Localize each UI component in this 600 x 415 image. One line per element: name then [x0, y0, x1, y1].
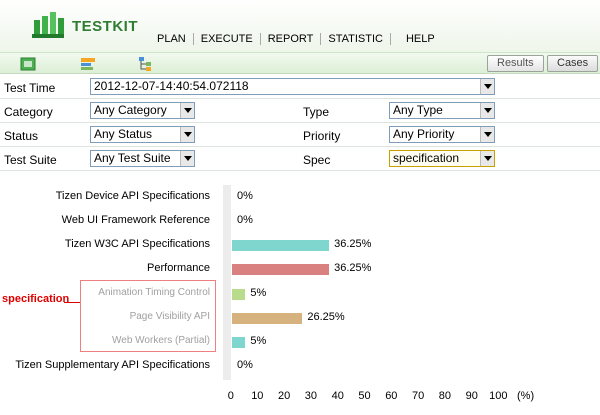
- bar-value-label: 0%: [237, 214, 253, 226]
- category-label: Web UI Framework Reference: [61, 214, 210, 226]
- status-priority-row: Status Any Status Priority Any Priority: [0, 123, 600, 147]
- app-header: TESTKIT PLAN EXECUTE REPORT STATISTIC HE…: [0, 0, 600, 52]
- cases-button[interactable]: Cases: [547, 55, 599, 72]
- suite-spec-row: Test Suite Any Test Suite Spec specifica…: [0, 147, 600, 171]
- test-time-value: 2012-12-07-14:40:54.072118: [94, 79, 249, 93]
- nav-execute[interactable]: EXECUTE: [194, 33, 261, 45]
- test-time-label: Test Time: [4, 81, 56, 95]
- bar-value-label: 36.25%: [334, 262, 372, 274]
- x-tick-label: 30: [304, 390, 318, 402]
- priority-value: Any Priority: [393, 127, 455, 141]
- category-label: Category: [4, 105, 53, 119]
- x-axis-unit: (%): [517, 390, 535, 402]
- bar-value-label: 0%: [237, 190, 253, 202]
- divider: [0, 170, 600, 171]
- category-label: Tizen Device API Specifications: [55, 190, 210, 202]
- x-tick-label: 0: [227, 390, 234, 402]
- type-value: Any Type: [393, 103, 443, 117]
- priority-select[interactable]: Any Priority: [389, 126, 495, 143]
- x-tick-label: 20: [278, 390, 291, 402]
- x-tick-label: 80: [438, 390, 452, 402]
- chevron-down-icon: [480, 127, 494, 142]
- status-value: Any Status: [94, 127, 153, 141]
- nav-statistic[interactable]: STATISTIC: [321, 33, 391, 45]
- app-title: TESTKIT: [72, 18, 138, 35]
- nav-plan[interactable]: PLAN: [150, 33, 194, 45]
- bars-icon[interactable]: [80, 56, 96, 72]
- type-select[interactable]: Any Type: [389, 102, 495, 119]
- nav-report[interactable]: REPORT: [261, 33, 322, 45]
- spec-label: Spec: [303, 153, 331, 167]
- category-label: Tizen Supplementary API Specifications: [15, 359, 210, 371]
- bar-value-label: 36.25%: [334, 238, 372, 250]
- chevron-down-icon: [480, 151, 494, 166]
- test-time-select[interactable]: 2012-12-07-14:40:54.072118: [90, 78, 495, 95]
- bar: [232, 240, 330, 251]
- chevron-down-icon: [480, 103, 494, 118]
- green-cube-icon[interactable]: [20, 56, 36, 72]
- spec-select[interactable]: specification: [389, 150, 495, 167]
- priority-label: Priority: [303, 129, 341, 143]
- nav-help[interactable]: HELP: [399, 33, 442, 45]
- status-label: Status: [4, 129, 39, 143]
- bar: [232, 313, 303, 324]
- tree-icon[interactable]: [137, 56, 153, 72]
- bar-value-label: 5%: [250, 287, 267, 299]
- testkit-logo-icon: [32, 12, 64, 38]
- x-tick-label: 10: [251, 390, 264, 402]
- bar-value-label: 5%: [250, 335, 267, 347]
- x-tick-label: 60: [385, 390, 398, 402]
- bar: [232, 264, 330, 275]
- test-suite-value: Any Test Suite: [94, 151, 171, 165]
- x-tick-label: 90: [465, 390, 478, 402]
- category-label: Tizen W3C API Specifications: [64, 238, 210, 250]
- chevron-down-icon: [180, 103, 194, 118]
- test-time-row: Test Time 2012-12-07-14:40:54.072118: [0, 75, 600, 99]
- spec-value: specification: [393, 151, 460, 165]
- bar-value-label: 0%: [237, 359, 253, 371]
- chart-axis-background: [223, 185, 231, 380]
- x-tick-label: 100: [489, 390, 508, 402]
- x-tick-label: 40: [331, 390, 344, 402]
- chevron-down-icon: [180, 127, 194, 142]
- category-type-row: Category Any Category Type Any Type: [0, 99, 600, 123]
- main-nav: PLAN EXECUTE REPORT STATISTIC HELP: [150, 33, 442, 45]
- specification-annotation: specification: [2, 293, 70, 305]
- results-button[interactable]: Results: [487, 55, 544, 72]
- bar: [232, 337, 246, 348]
- status-select[interactable]: Any Status: [90, 126, 195, 143]
- test-suite-label: Test Suite: [4, 153, 57, 167]
- chevron-down-icon: [180, 151, 194, 166]
- category-label: Performance: [147, 262, 210, 274]
- bar: [232, 289, 246, 300]
- category-value: Any Category: [94, 103, 167, 117]
- x-tick-label: 70: [412, 390, 425, 402]
- specification-highlight-box: [80, 280, 216, 352]
- x-tick-label: 50: [358, 390, 371, 402]
- test-suite-select[interactable]: Any Test Suite: [90, 150, 195, 167]
- category-select[interactable]: Any Category: [90, 102, 195, 119]
- bar-value-label: 26.25%: [307, 311, 345, 323]
- chevron-down-icon: [480, 79, 494, 94]
- type-label: Type: [303, 105, 330, 119]
- toolbar: Results Cases: [0, 52, 600, 74]
